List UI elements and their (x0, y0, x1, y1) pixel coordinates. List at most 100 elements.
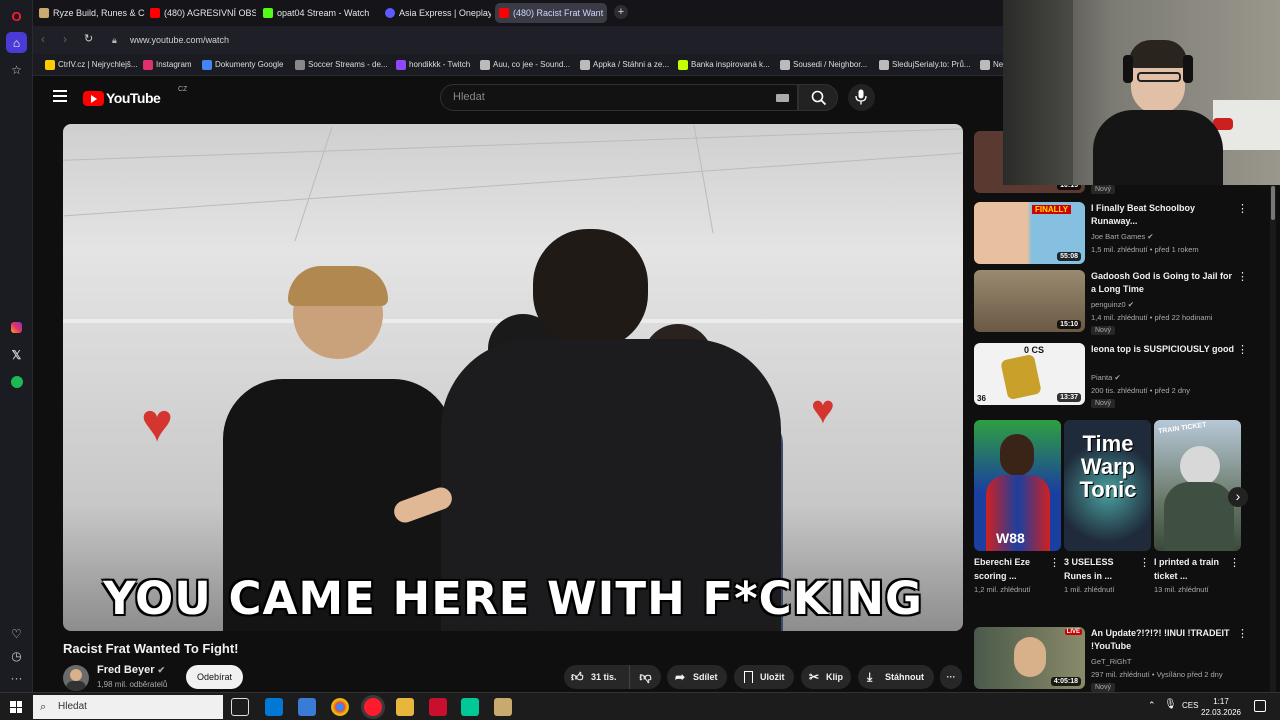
video-thumbnail[interactable]: FINALLY 55:08 (974, 202, 1085, 264)
scrollbar-thumb[interactable] (1271, 186, 1275, 220)
scrollbar-track[interactable] (1270, 183, 1276, 693)
x-twitter-icon[interactable]: 𝕏 (6, 344, 27, 365)
short-title[interactable]: Eberechi Eze scoring ... (974, 555, 1044, 583)
forward-icon[interactable]: › (63, 32, 67, 46)
channel-name[interactable]: Pianta ✔︎ (1091, 371, 1241, 384)
kebab-menu-icon[interactable]: ⋮ (1237, 204, 1248, 215)
bookmark-label: Instagram (156, 60, 192, 69)
bookmark-soundcloud[interactable]: Auu, co jee - Sound... (480, 58, 570, 72)
video-title[interactable]: An Update?!?!?! !INUI !TRADEIT !YouTube (1091, 627, 1239, 653)
taskbar-clock[interactable]: 1:17 22.03.2026 (1196, 696, 1246, 718)
thumbs-down-icon: 👎︎ (639, 670, 652, 684)
tab-ryze-build[interactable]: Ryze Build, Runes & Coun (35, 3, 145, 23)
notifications-icon[interactable] (1254, 700, 1266, 712)
video-thumbnail[interactable]: 15:10 (974, 270, 1085, 332)
channel-name[interactable]: GeT_RiGhT (1091, 655, 1241, 668)
kebab-menu-icon[interactable]: ⋮ (1237, 272, 1248, 283)
microphone-icon[interactable]: 🎙︎ (1164, 699, 1177, 710)
keyboard-icon[interactable] (776, 94, 789, 102)
opera-browser-icon[interactable] (364, 698, 382, 716)
tab-label: Asia Express | Oneplay (399, 8, 491, 18)
channel-avatar[interactable] (63, 665, 89, 691)
bookmark-hondikkk[interactable]: hondikkk - Twitch (396, 58, 470, 72)
instagram-icon (143, 60, 153, 70)
kebab-menu-icon[interactable]: ⋮ (1237, 629, 1248, 640)
kebab-menu-icon[interactable]: ⋮ (1049, 556, 1060, 569)
like-button[interactable]: 👍︎ 31 tis. (564, 665, 629, 689)
kebab-menu-icon[interactable]: ⋮ (1229, 556, 1240, 569)
back-icon[interactable]: ‹ (41, 32, 45, 46)
mail-app-icon[interactable] (265, 698, 283, 716)
video-title[interactable]: Gadoosh God is Going to Jail for a Long … (1091, 270, 1239, 296)
spotify-icon[interactable] (6, 371, 27, 392)
search-input[interactable]: Hledat (440, 84, 798, 111)
kebab-menu-icon[interactable]: ⋮ (1237, 345, 1248, 356)
short-title[interactable]: I printed a train ticket ... (1154, 555, 1224, 583)
instagram-icon[interactable] (6, 317, 27, 338)
bookmark-appka[interactable]: Appka / Stáhni a ze... (580, 58, 669, 72)
bookmark-soccer-streams[interactable]: Soccer Streams - de... (295, 58, 388, 72)
speed-dial-icon[interactable]: ☆ (6, 59, 27, 80)
short-thumbnail[interactable]: Time Warp Tonic (1064, 420, 1151, 551)
heart-icon[interactable]: ♡ (6, 623, 27, 644)
more-icon[interactable]: ··· (6, 667, 27, 688)
app-icon[interactable] (461, 698, 479, 716)
subscribe-button[interactable]: Odebírat (186, 665, 243, 689)
tab-opat04[interactable]: opat04 Stream - Watch Li (259, 3, 369, 23)
windows-start-icon[interactable] (10, 701, 22, 713)
short-thumbnail[interactable]: TRAIN TICKET (1154, 420, 1241, 551)
video-thumbnail[interactable]: LIVE 4:05:18 (974, 627, 1085, 689)
shorts-next-button[interactable]: › (1228, 487, 1248, 507)
clip-button[interactable]: ✂ Klip (801, 665, 851, 689)
voice-search-button[interactable] (848, 84, 875, 111)
new-tab-button[interactable]: + (614, 5, 628, 19)
streamer-face (1014, 637, 1046, 677)
video-thumbnail[interactable]: 0 CS 36 13:37 (974, 343, 1085, 405)
task-view-icon[interactable] (231, 698, 249, 716)
bookmark-banka[interactable]: Banka inspirovaná k... (678, 58, 770, 72)
bookmark-ne[interactable]: Ne (980, 58, 1003, 72)
save-button[interactable]: Uložit (734, 665, 794, 689)
menu-icon[interactable] (53, 90, 67, 102)
tab-racist-frat-active[interactable]: (480) Racist Frat Want (495, 3, 607, 23)
chrome-icon[interactable] (331, 698, 349, 716)
more-actions-button[interactable]: ··· (940, 665, 962, 689)
file-explorer-icon[interactable] (396, 698, 414, 716)
bookmark-ctrlv[interactable]: CtrlV.cz | Nejrychlejš... (45, 58, 138, 72)
dislike-button[interactable]: 👎︎ (629, 665, 661, 689)
taskbar-search-input[interactable]: ⌕ Hledat (33, 695, 223, 719)
channel-name[interactable]: Fred Beyer ✔︎ (97, 664, 165, 676)
duration-badge: 4:05:18 (1050, 677, 1081, 686)
opera-logo-icon[interactable]: O (6, 6, 27, 27)
home-icon[interactable]: ⌂ (6, 32, 27, 53)
short-item[interactable]: W88 ⋮ Eberechi Eze scoring ... 1,2 mil. … (974, 420, 1061, 596)
video-title[interactable]: I Finally Beat Schoolboy Runaway... (1091, 202, 1239, 228)
bookmark-save-icon (744, 671, 753, 683)
short-item[interactable]: TRAIN TICKET ⋮ I printed a train ticket … (1154, 420, 1241, 596)
reload-icon[interactable]: ↻ (84, 32, 93, 45)
chevron-up-icon[interactable]: ⌃ (1148, 700, 1156, 711)
short-thumbnail[interactable]: W88 (974, 420, 1061, 551)
bookmark-sledujserialy[interactable]: SledujSerialy.to: Prů... (879, 58, 971, 72)
bookmark-sousedi[interactable]: Sousedi / Neighbor... (780, 58, 867, 72)
league-of-legends-icon[interactable] (494, 698, 512, 716)
tab-agresivni[interactable]: (480) AGRESIVNÍ OBSLUH (146, 3, 256, 23)
bookmark-google-docs[interactable]: Dokumenty Google (202, 58, 283, 72)
kebab-menu-icon[interactable]: ⋮ (1139, 556, 1150, 569)
tab-asia-express[interactable]: Asia Express | Oneplay (381, 3, 491, 23)
bookmark-instagram[interactable]: Instagram (143, 58, 192, 72)
video-player[interactable]: ♥ ♥ ♥ ♥ YOU CAME HERE WITH F*CKING GUM!? (63, 124, 963, 631)
download-button[interactable]: ⤓ Stáhnout (858, 665, 934, 689)
search-button[interactable] (798, 84, 838, 111)
video-title[interactable]: leona top is SUSPICIOUSLY good (1091, 343, 1239, 356)
store-app-icon[interactable] (298, 698, 316, 716)
url-field[interactable]: 🔒︎ www.youtube.com/watch (108, 30, 998, 50)
history-icon[interactable]: ◷ (6, 645, 27, 666)
riot-client-icon[interactable] (429, 698, 447, 716)
share-button[interactable]: ➦ Sdílet (667, 665, 727, 689)
short-item[interactable]: Time Warp Tonic ⋮ 3 USELESS Runes in ...… (1064, 420, 1151, 596)
channel-name[interactable]: penguinz0 ✔︎ (1091, 298, 1241, 311)
short-title[interactable]: 3 USELESS Runes in ... (1064, 555, 1134, 583)
ceiling-line (64, 152, 962, 217)
channel-name[interactable]: Joe Bart Games ✔︎ (1091, 230, 1241, 243)
